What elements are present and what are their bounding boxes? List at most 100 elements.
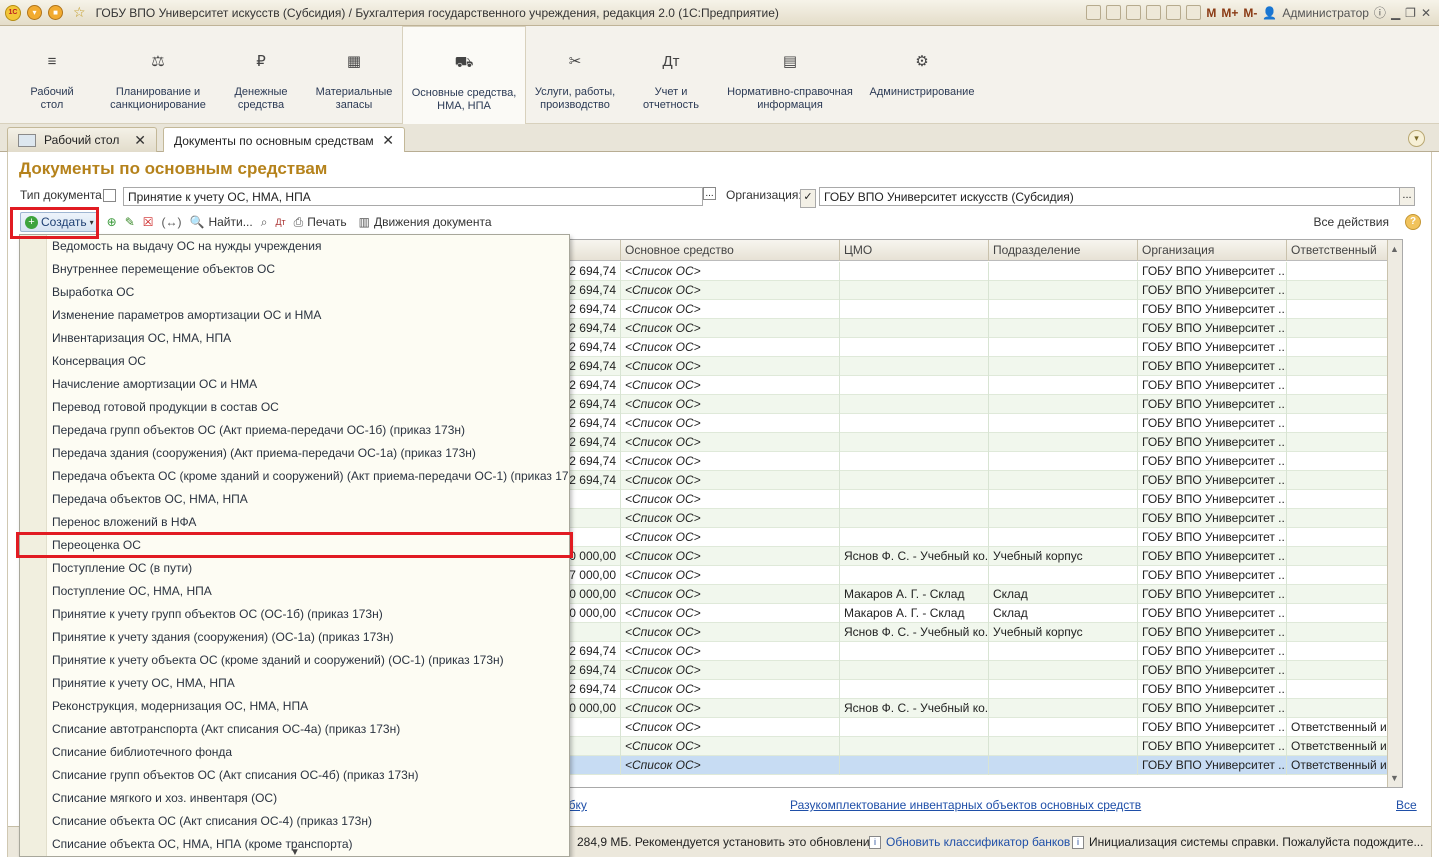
current-user[interactable]: Администратор xyxy=(1282,6,1369,20)
tab-desktop[interactable]: Рабочий стол ✕ xyxy=(7,127,157,152)
scroll-down-icon[interactable]: ▼ xyxy=(1390,773,1399,783)
dropdown-item[interactable]: Перевод готовой продукции в состав ОС xyxy=(52,396,279,419)
dropdown-item[interactable]: Поступление ОС, НМА, НПА xyxy=(52,580,212,603)
column-header[interactable]: ЦМО xyxy=(839,240,988,261)
close-window-button[interactable]: ✕ xyxy=(1421,6,1431,20)
dropdown-item[interactable]: Списание групп объектов ОС (Акт списания… xyxy=(52,764,418,787)
all-actions-button[interactable]: Все действия xyxy=(1314,215,1389,229)
preview-icon[interactable] xyxy=(1126,5,1142,20)
cancel-search-icon[interactable]: ⌕ xyxy=(261,215,268,230)
dropdown-item[interactable]: Инвентаризация ОС, НМА, НПА xyxy=(52,327,231,350)
dropdown-item[interactable]: Выработка ОС xyxy=(52,281,134,304)
copy-icon[interactable]: ⊕ xyxy=(107,215,117,229)
dropdown-item[interactable]: Списание автотранспорта (Акт списания ОС… xyxy=(52,718,400,741)
org-checkbox[interactable]: ✓ xyxy=(800,189,816,208)
post-icon[interactable]: (↔) xyxy=(162,215,182,229)
save-icon[interactable] xyxy=(1086,5,1102,20)
dropdown-item[interactable]: Передача здания (сооружения) (Акт приема… xyxy=(52,442,476,465)
chevron-down-icon[interactable]: ▾ xyxy=(1408,130,1425,147)
table-cell xyxy=(839,452,988,471)
delete-icon[interactable]: ☒ xyxy=(143,215,154,229)
doc-type-checkbox[interactable] xyxy=(103,189,116,202)
app-logo-icon[interactable]: 1С xyxy=(5,4,21,21)
dropdown-item[interactable]: Передача объектов ОС, НМА, НПА xyxy=(52,488,248,511)
scroll-down-icon[interactable]: ▼ xyxy=(290,847,300,856)
calendar-icon[interactable] xyxy=(1186,5,1202,20)
dropdown-item[interactable]: Списание мягкого и хоз. инвентаря (ОС) xyxy=(52,787,277,810)
dropdown-item[interactable]: Начисление амортизации ОС и НМА xyxy=(52,373,257,396)
main-menu-button[interactable]: ▾ xyxy=(27,5,42,20)
doc-type-select-button[interactable]: ... xyxy=(703,187,716,200)
dropdown-item[interactable]: Ведомость на выдачу ОС на нужды учрежден… xyxy=(52,235,321,258)
section-desktop[interactable]: ≡ Рабочий стол xyxy=(16,26,88,124)
section-services[interactable]: ✂ Услуги, работы, производство xyxy=(527,26,623,124)
dropdown-item[interactable]: Консервация ОС xyxy=(52,350,146,373)
table-cell: Ответственный ис... xyxy=(1286,737,1388,756)
print-button[interactable]: Печать xyxy=(307,215,346,229)
dropdown-item[interactable]: Списание библиотечного фонда xyxy=(52,741,232,764)
table-cell xyxy=(988,395,1137,414)
section-planning[interactable]: ⚖ Планирование и санкционирование xyxy=(102,26,214,124)
restore-button[interactable]: ❐ xyxy=(1405,6,1416,20)
section-administration[interactable]: ⚙ Администрирование xyxy=(866,26,978,124)
memory-mminus-button[interactable]: M- xyxy=(1243,6,1257,20)
table-cell: ГОБУ ВПО Университет ... xyxy=(1137,433,1286,452)
column-header[interactable]: Ответственный xyxy=(1286,240,1388,261)
doc-type-input[interactable]: Принятие к учету ОС, НМА, НПА xyxy=(123,187,703,206)
info-icon[interactable]: ⓘ xyxy=(1374,4,1386,21)
history-icon[interactable] xyxy=(1166,5,1182,20)
org-input[interactable]: ГОБУ ВПО Университет искусств (Субсидия) xyxy=(819,187,1400,206)
scroll-up-icon[interactable]: ▲ xyxy=(1390,244,1399,254)
print-icon[interactable] xyxy=(1106,5,1122,20)
link-all[interactable]: Все xyxy=(1396,798,1417,812)
dropdown-item[interactable]: Принятие к учету ОС, НМА, НПА xyxy=(52,672,235,695)
edit-icon[interactable]: ✎ xyxy=(125,215,135,229)
table-cell: <Список ОС> xyxy=(620,604,839,623)
dropdown-item[interactable]: Принятие к учету объекта ОС (кроме здани… xyxy=(52,649,504,672)
column-header[interactable]: Подразделение xyxy=(988,240,1137,261)
dropdown-item[interactable]: Списание объекта ОС, НМА, НПА (кроме тра… xyxy=(52,833,353,856)
stop-icon[interactable]: ■ xyxy=(48,5,63,20)
dropdown-item[interactable]: Изменение параметров амортизации ОС и НМ… xyxy=(52,304,321,327)
dropdown-item[interactable]: Перенос вложений в НФА xyxy=(52,511,196,534)
table-cell xyxy=(1286,623,1388,642)
section-materials[interactable]: ▦ Материальные запасы xyxy=(306,26,402,124)
table-cell: <Список ОС> xyxy=(620,490,839,509)
org-select-button[interactable]: ... xyxy=(1399,187,1415,206)
dropdown-item[interactable]: Внутреннее перемещение объектов ОС xyxy=(52,258,275,281)
dropdown-item[interactable]: Реконструкция, модернизация ОС, НМА, НПА xyxy=(52,695,308,718)
favorites-star-icon[interactable]: ☆ xyxy=(73,4,86,21)
dropdown-item[interactable]: Передача объекта ОС (кроме зданий и соор… xyxy=(52,465,569,488)
memory-m-button[interactable]: M xyxy=(1206,6,1216,20)
section-money[interactable]: ₽ Денежные средства xyxy=(220,26,302,124)
dropdown-item[interactable]: Передача групп объектов ОС (Акт приема-п… xyxy=(52,419,465,442)
section-accounting[interactable]: Дт Учет и отчетность xyxy=(630,26,712,124)
minimize-button[interactable]: ▁ xyxy=(1391,6,1400,20)
dropdown-item[interactable]: Переоценка ОС xyxy=(52,534,141,557)
table-cell: ГОБУ ВПО Университет ... xyxy=(1137,319,1286,338)
link-disassembly[interactable]: Разукомплектование инвентарных объектов … xyxy=(790,798,1141,812)
table-scrollbar[interactable]: ▲ ▼ xyxy=(1387,240,1402,787)
table-cell xyxy=(839,471,988,490)
table-cell xyxy=(988,528,1137,547)
column-header[interactable]: Основное средство xyxy=(620,240,839,261)
dropdown-item[interactable]: Списание объекта ОС (Акт списания ОС-4) … xyxy=(52,810,372,833)
section-reference[interactable]: ▤ Нормативно-справочная информация xyxy=(722,26,858,124)
close-tab-icon[interactable]: ✕ xyxy=(134,132,146,149)
tab-documents[interactable]: Документы по основным средствам ✕ xyxy=(163,127,405,153)
dropdown-item[interactable]: Принятие к учету групп объектов ОС (ОС-1… xyxy=(52,603,383,626)
movements-button[interactable]: Движения документа xyxy=(374,215,492,229)
column-header[interactable]: Организация xyxy=(1137,240,1286,261)
update-banks-link[interactable]: Обновить классификатор банков xyxy=(886,835,1070,849)
memory-mplus-button[interactable]: M+ xyxy=(1221,6,1238,20)
table-cell xyxy=(988,300,1137,319)
favorites-add-icon[interactable] xyxy=(1146,5,1162,20)
help-icon[interactable]: ? xyxy=(1405,214,1421,230)
section-fixed-assets[interactable]: ⛟ Основные средства, НМА, НПА xyxy=(402,26,526,124)
close-tab-icon[interactable]: ✕ xyxy=(382,132,394,149)
dropdown-item[interactable]: Принятие к учету здания (сооружения) (ОС… xyxy=(52,626,394,649)
debit-credit-icon[interactable]: Дт xyxy=(275,217,285,227)
dropdown-item[interactable]: Поступление ОС (в пути) xyxy=(52,557,192,580)
find-button[interactable]: Найти... xyxy=(208,215,252,229)
create-button[interactable]: + Создать ▾ xyxy=(20,212,99,232)
